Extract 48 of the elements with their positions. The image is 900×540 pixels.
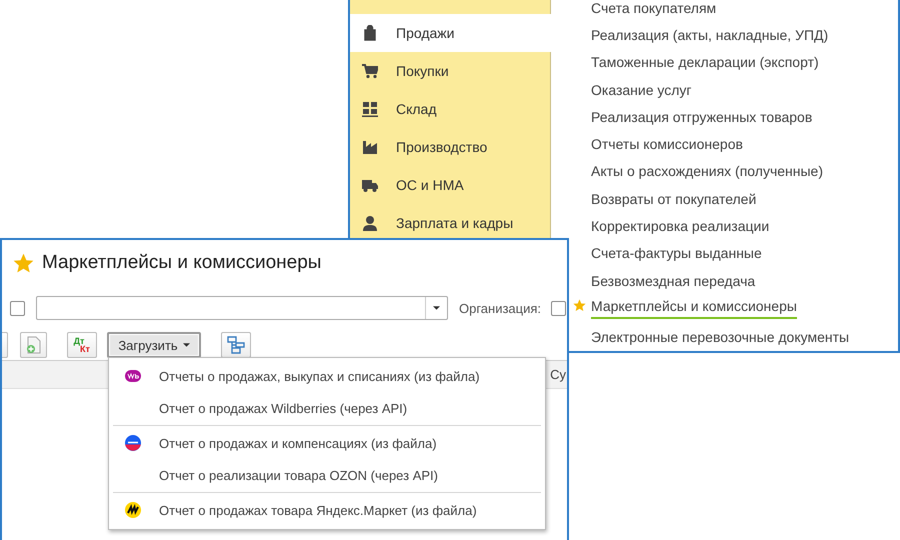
command-link[interactable]: Возвраты от покупателей — [591, 185, 756, 212]
menu-item[interactable]: Отчет о реализации товара OZON (через API) — [109, 459, 545, 491]
person-icon — [362, 215, 378, 231]
load-button[interactable]: Загрузить — [107, 332, 201, 358]
checkbox[interactable] — [551, 300, 566, 316]
command-link[interactable]: Оказание услуг — [591, 76, 692, 104]
section-item[interactable]: Зарплата и кадры — [350, 204, 550, 242]
caret-icon — [433, 306, 440, 310]
command-link[interactable]: Реализация отгруженных товаров — [591, 103, 812, 130]
command-link[interactable]: Отчеты комиссионеров — [591, 130, 743, 158]
menu-item[interactable]: Отчет о продажах товара Яндекс.Маркет (из файла) — [109, 494, 545, 526]
select-field[interactable] — [36, 296, 448, 320]
hierarchy-icon — [227, 336, 245, 354]
factory-icon — [362, 139, 378, 155]
command-link[interactable]: Электронные перевозочные документы — [591, 324, 850, 351]
command-link[interactable]: Корректировка реализации — [591, 212, 770, 240]
document-add-icon — [26, 336, 42, 354]
menu-item[interactable]: Отчет о продажах и компенсациях (из файла) — [109, 427, 545, 459]
rounded-logo-icon — [125, 370, 141, 382]
menu-item[interactable]: Отчет о продажах Wildberries (через API) — [109, 392, 545, 424]
grid-icon — [362, 101, 378, 117]
star-icon[interactable] — [13, 252, 34, 274]
command-link[interactable]: Акты о расхождениях (полученные) — [591, 158, 823, 186]
command-link[interactable]: Безвозмездная передача — [591, 266, 756, 294]
cart-icon — [362, 63, 378, 79]
round-logo-icon — [125, 435, 141, 451]
posting-button[interactable]: Дт Кт — [67, 332, 97, 358]
window-title: Маркетплейсы и комиссионеры — [42, 252, 322, 274]
add-document-button[interactable] — [20, 332, 47, 358]
section-item[interactable]: ОС и НМА — [350, 166, 550, 204]
truck-icon — [362, 177, 378, 193]
structure-button[interactable] — [221, 332, 251, 358]
squiggle-logo-icon — [125, 502, 141, 518]
command-link[interactable]: Реализация (акты, накладные, УПД) — [591, 21, 828, 49]
caret-icon — [182, 343, 190, 347]
command-link[interactable]: Счета покупателям — [591, 0, 716, 22]
section-item[interactable]: Продажи — [350, 14, 551, 52]
command-link[interactable]: Таможенные декларации (экспорт) — [591, 48, 819, 76]
section-item[interactable]: Склад — [350, 90, 550, 128]
section-item[interactable]: Производство — [350, 128, 550, 166]
field-label: Организация: — [459, 300, 542, 316]
checkbox[interactable] — [10, 300, 25, 316]
section-item[interactable]: Покупки — [350, 52, 550, 90]
column-header[interactable]: Су — [550, 367, 566, 382]
menu-item[interactable]: Отчеты о продажах, выкупах и списаниях (из файла) — [109, 360, 545, 392]
bag-icon — [362, 25, 378, 41]
command-link[interactable]: Маркетплейсы и комиссионеры — [591, 294, 797, 319]
command-link[interactable]: Счета-фактуры выданные — [591, 240, 762, 267]
